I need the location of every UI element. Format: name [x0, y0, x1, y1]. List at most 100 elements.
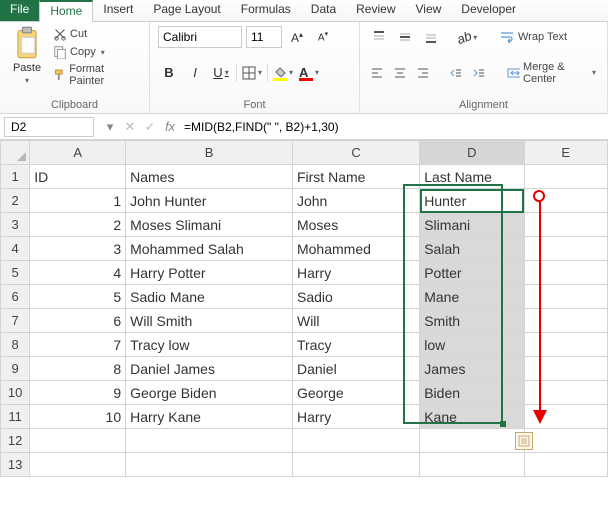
cell[interactable]: 5	[30, 285, 126, 309]
cell[interactable]: 7	[30, 333, 126, 357]
cell[interactable]	[30, 453, 126, 477]
cell[interactable]	[524, 381, 608, 405]
table-row[interactable]: 109George BidenGeorgeBiden	[1, 381, 608, 405]
cell[interactable]: First Name	[292, 165, 419, 189]
tab-view[interactable]: View	[406, 0, 452, 21]
cell[interactable]: Harry	[292, 261, 419, 285]
row-header[interactable]: 9	[1, 357, 30, 381]
orientation-button[interactable]: ab	[456, 26, 478, 48]
table-row[interactable]: 1110Harry KaneHarryKane	[1, 405, 608, 429]
worksheet-grid[interactable]: A B C D E 1 ID Names First Name Last Nam…	[0, 140, 608, 477]
cell[interactable]: 10	[30, 405, 126, 429]
cell[interactable]: 4	[30, 261, 126, 285]
cell[interactable]: Tracy low	[126, 333, 293, 357]
tab-data[interactable]: Data	[301, 0, 346, 21]
cell[interactable]: Will Smith	[126, 309, 293, 333]
cell[interactable]: 2	[30, 213, 126, 237]
cell[interactable]: Tracy	[292, 333, 419, 357]
cell[interactable]: John	[292, 189, 419, 213]
formula-input[interactable]	[180, 118, 608, 136]
cell[interactable]: Slimani	[420, 213, 524, 237]
cell[interactable]	[524, 165, 608, 189]
cell[interactable]: Sadio Mane	[126, 285, 293, 309]
tab-page-layout[interactable]: Page Layout	[143, 0, 230, 21]
cell[interactable]	[126, 429, 293, 453]
row-header[interactable]: 12	[1, 429, 30, 453]
italic-button[interactable]: I	[184, 62, 206, 84]
select-all-button[interactable]	[1, 141, 30, 165]
cell[interactable]: Daniel	[292, 357, 419, 381]
fill-color-button[interactable]	[272, 62, 294, 84]
col-header-D[interactable]: D	[420, 141, 524, 165]
cell[interactable]: 6	[30, 309, 126, 333]
font-size-select[interactable]	[246, 26, 282, 48]
row-header[interactable]: 3	[1, 213, 30, 237]
cell[interactable]: low	[420, 333, 524, 357]
cell[interactable]: Potter	[420, 261, 524, 285]
cell[interactable]	[524, 429, 608, 453]
cell[interactable]: Names	[126, 165, 293, 189]
row-header[interactable]: 11	[1, 405, 30, 429]
cell[interactable]: John Hunter	[126, 189, 293, 213]
format-painter-button[interactable]: Format Painter	[50, 62, 141, 88]
row-header[interactable]: 8	[1, 333, 30, 357]
align-center-button[interactable]	[391, 62, 410, 84]
borders-button[interactable]	[241, 62, 263, 84]
fx-button[interactable]: fx	[160, 119, 180, 134]
enter-formula-button[interactable]: ✓	[140, 119, 160, 135]
row-header[interactable]: 1	[1, 165, 30, 189]
cell[interactable]	[524, 357, 608, 381]
cell[interactable]	[524, 285, 608, 309]
align-top-button[interactable]	[368, 26, 390, 48]
underline-button[interactable]: U	[210, 62, 232, 84]
row-header[interactable]: 10	[1, 381, 30, 405]
cell[interactable]	[524, 309, 608, 333]
cell[interactable]: Will	[292, 309, 419, 333]
cell[interactable]: Mohammed	[292, 237, 419, 261]
cell[interactable]: Salah	[420, 237, 524, 261]
cell[interactable]: 8	[30, 357, 126, 381]
bold-button[interactable]: B	[158, 62, 180, 84]
tab-insert[interactable]: Insert	[93, 0, 143, 21]
row-1[interactable]: 1 ID Names First Name Last Name	[1, 165, 608, 189]
cell[interactable]: Mane	[420, 285, 524, 309]
cell[interactable]: Sadio	[292, 285, 419, 309]
cell[interactable]: James	[420, 357, 524, 381]
table-row[interactable]: 65Sadio ManeSadioMane	[1, 285, 608, 309]
col-header-C[interactable]: C	[292, 141, 419, 165]
cell[interactable]	[524, 333, 608, 357]
cell[interactable]: Kane	[420, 405, 524, 429]
col-header-E[interactable]: E	[524, 141, 608, 165]
cancel-formula-button[interactable]: ✕	[120, 119, 140, 135]
cell[interactable]: Smith	[420, 309, 524, 333]
cell[interactable]	[30, 429, 126, 453]
wrap-text-button[interactable]: Wrap Text	[496, 29, 570, 45]
cell[interactable]: Harry Kane	[126, 405, 293, 429]
col-header-B[interactable]: B	[126, 141, 293, 165]
row-header[interactable]: 4	[1, 237, 30, 261]
cell[interactable]	[292, 453, 419, 477]
tab-file[interactable]: File	[0, 0, 39, 21]
cell[interactable]: Moses Slimani	[126, 213, 293, 237]
row-header[interactable]: 13	[1, 453, 30, 477]
cell[interactable]: Harry Potter	[126, 261, 293, 285]
cell[interactable]: ID	[30, 165, 126, 189]
name-box[interactable]	[4, 117, 94, 137]
cut-button[interactable]: Cut	[50, 26, 141, 42]
cell[interactable]: Mohammed Salah	[126, 237, 293, 261]
cell[interactable]: 1	[30, 189, 126, 213]
table-row[interactable]: 87Tracy lowTracylow	[1, 333, 608, 357]
merge-center-button[interactable]: Merge & Center	[504, 60, 599, 86]
align-right-button[interactable]	[414, 62, 433, 84]
cell[interactable]: George Biden	[126, 381, 293, 405]
cell[interactable]	[420, 429, 524, 453]
cell[interactable]: 3	[30, 237, 126, 261]
table-row[interactable]: 32Moses SlimaniMosesSlimani	[1, 213, 608, 237]
increase-font-button[interactable]: A▴	[286, 26, 308, 48]
cell[interactable]: Moses	[292, 213, 419, 237]
cell[interactable]	[524, 237, 608, 261]
decrease-font-button[interactable]: A▾	[312, 26, 334, 48]
table-row[interactable]: 98Daniel JamesDanielJames	[1, 357, 608, 381]
cell[interactable]: Hunter	[420, 189, 524, 213]
cell[interactable]: Last Name	[420, 165, 524, 189]
